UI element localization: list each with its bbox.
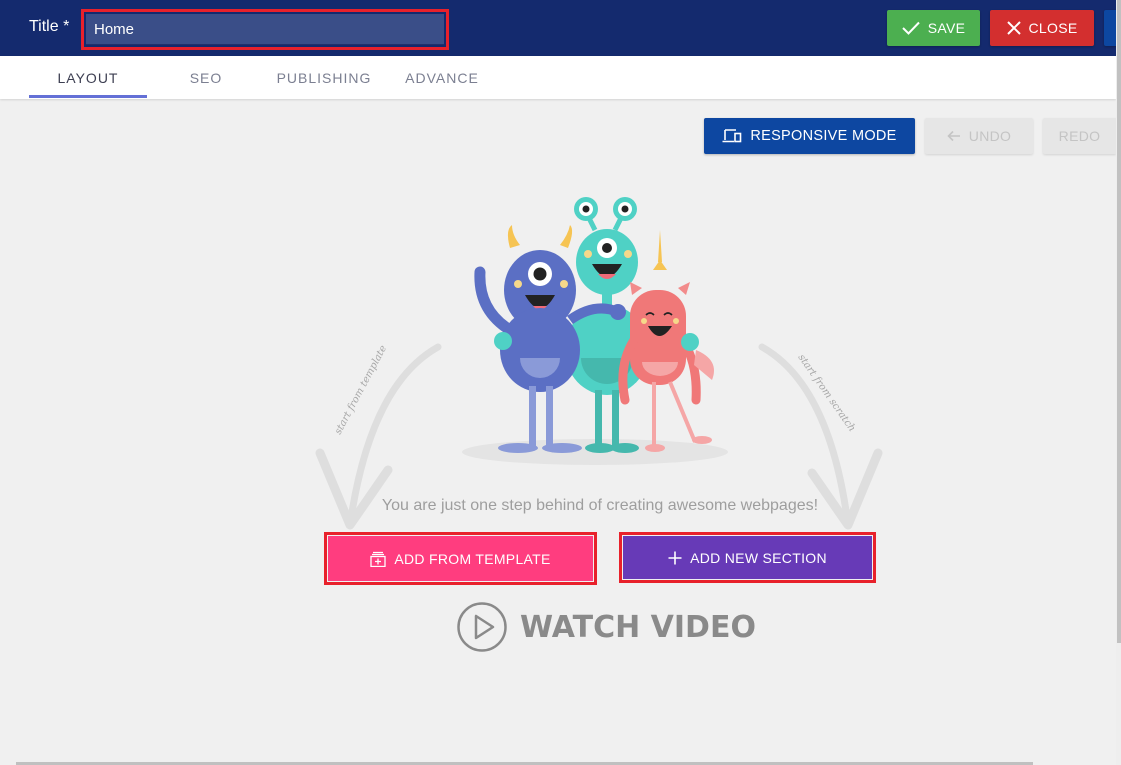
plus-icon	[668, 551, 682, 564]
tab-advance[interactable]: ADVANCE	[396, 56, 488, 99]
watch-video-link[interactable]: WATCH VIDEO	[456, 600, 756, 654]
arrow-left-icon	[947, 130, 960, 142]
close-button[interactable]: CLOSE	[990, 10, 1094, 46]
redo-button[interactable]: REDO	[1043, 118, 1116, 154]
monsters-illustration	[462, 197, 728, 465]
redo-label: REDO	[1058, 128, 1101, 144]
undo-button[interactable]: UNDO	[925, 118, 1033, 154]
undo-label: UNDO	[968, 128, 1012, 144]
responsive-mode-label: RESPONSIVE MODE	[750, 128, 897, 144]
add-from-template-label: ADD FROM TEMPLATE	[394, 550, 551, 567]
tab-publishing[interactable]: PUBLISHING	[268, 56, 380, 99]
active-tab-indicator	[29, 95, 147, 98]
devices-icon	[722, 129, 742, 143]
close-icon	[1006, 21, 1021, 35]
empty-state-tagline: You are just one step behind of creating…	[381, 497, 819, 514]
tab-seo[interactable]: SEO	[166, 56, 246, 99]
template-add-icon	[370, 551, 387, 567]
tab-bar: LAYOUT SEO PUBLISHING ADVANCE	[0, 56, 1116, 99]
save-label: SAVE	[927, 20, 966, 36]
title-label: Title *	[29, 18, 70, 35]
add-new-section-button[interactable]: ADD NEW SECTION	[623, 536, 872, 579]
close-label: CLOSE	[1028, 20, 1078, 36]
tab-layout[interactable]: LAYOUT	[29, 56, 147, 99]
add-new-section-label: ADD NEW SECTION	[690, 549, 827, 566]
arrow-left-text: start from template	[333, 344, 389, 437]
check-icon	[902, 21, 920, 35]
save-button[interactable]: SAVE	[887, 10, 980, 46]
title-input[interactable]	[86, 14, 444, 45]
scrollbar-thumb[interactable]	[1117, 0, 1121, 643]
watch-video-label: WATCH VIDEO	[520, 609, 756, 645]
add-from-template-button[interactable]: ADD FROM TEMPLATE	[328, 536, 593, 581]
responsive-mode-button[interactable]: RESPONSIVE MODE	[704, 118, 915, 154]
play-circle-icon	[457, 602, 507, 652]
